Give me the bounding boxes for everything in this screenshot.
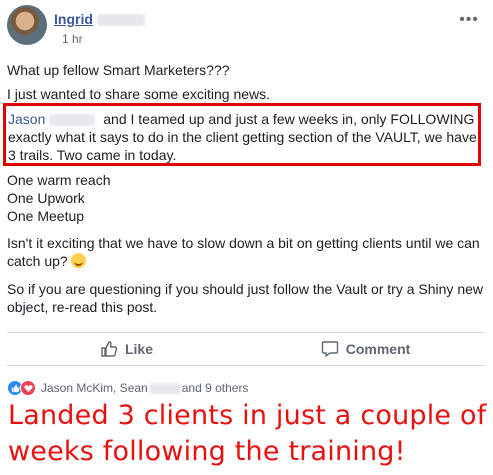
- highlighted-paragraph: Jason and I teamed up and just a few wee…: [8, 110, 478, 164]
- blurred-mention-surname: [49, 114, 96, 127]
- reactor-names: Jason McKim, Sean and 9 others: [41, 381, 248, 395]
- author-line: Ingrid: [54, 11, 145, 27]
- post-greeting: What up fellow Smart Marketers???: [7, 62, 230, 78]
- post-action-bar: Like Comment: [7, 332, 485, 366]
- testimonial-caption: Landed 3 clients in just a couple of wee…: [8, 400, 487, 467]
- blurred-last-name: [96, 14, 145, 27]
- list-item: One warm reach: [7, 172, 111, 188]
- paragraph-question: So if you are questioning if you should …: [7, 281, 484, 315]
- post-timestamp[interactable]: 1 hr: [62, 32, 83, 46]
- thumbs-up-icon: [101, 341, 118, 357]
- post-intro: I just wanted to share some exciting new…: [7, 86, 271, 102]
- avatar[interactable]: [7, 5, 47, 45]
- author-name[interactable]: Ingrid: [54, 11, 93, 27]
- reactor-names-end: and 9 others: [181, 381, 249, 395]
- love-reaction-icon: [20, 380, 36, 396]
- blurred-reactor-surname: [149, 383, 180, 395]
- reactor-names-start: Jason McKim, Sean: [41, 381, 148, 395]
- smile-emoji-icon: [70, 253, 86, 268]
- list-item: One Upwork: [7, 190, 85, 206]
- mention-link[interactable]: Jason: [8, 111, 45, 127]
- like-label: Like: [124, 341, 153, 357]
- like-button[interactable]: Like: [7, 333, 246, 365]
- comment-bubble-icon: [321, 341, 338, 357]
- comment-label: Comment: [345, 341, 411, 357]
- client-sources-list: One warm reach One Upwork One Meetup: [7, 171, 485, 225]
- list-item: One Meetup: [7, 208, 85, 224]
- reactions-summary[interactable]: Jason McKim, Sean and 9 others: [7, 379, 485, 397]
- post-header: Ingrid 1 hr •••: [7, 5, 487, 49]
- comment-button[interactable]: Comment: [246, 333, 485, 365]
- paragraph-slow-down: Isn't it exciting that we have to slow d…: [7, 234, 485, 270]
- more-options-icon[interactable]: •••: [459, 11, 479, 29]
